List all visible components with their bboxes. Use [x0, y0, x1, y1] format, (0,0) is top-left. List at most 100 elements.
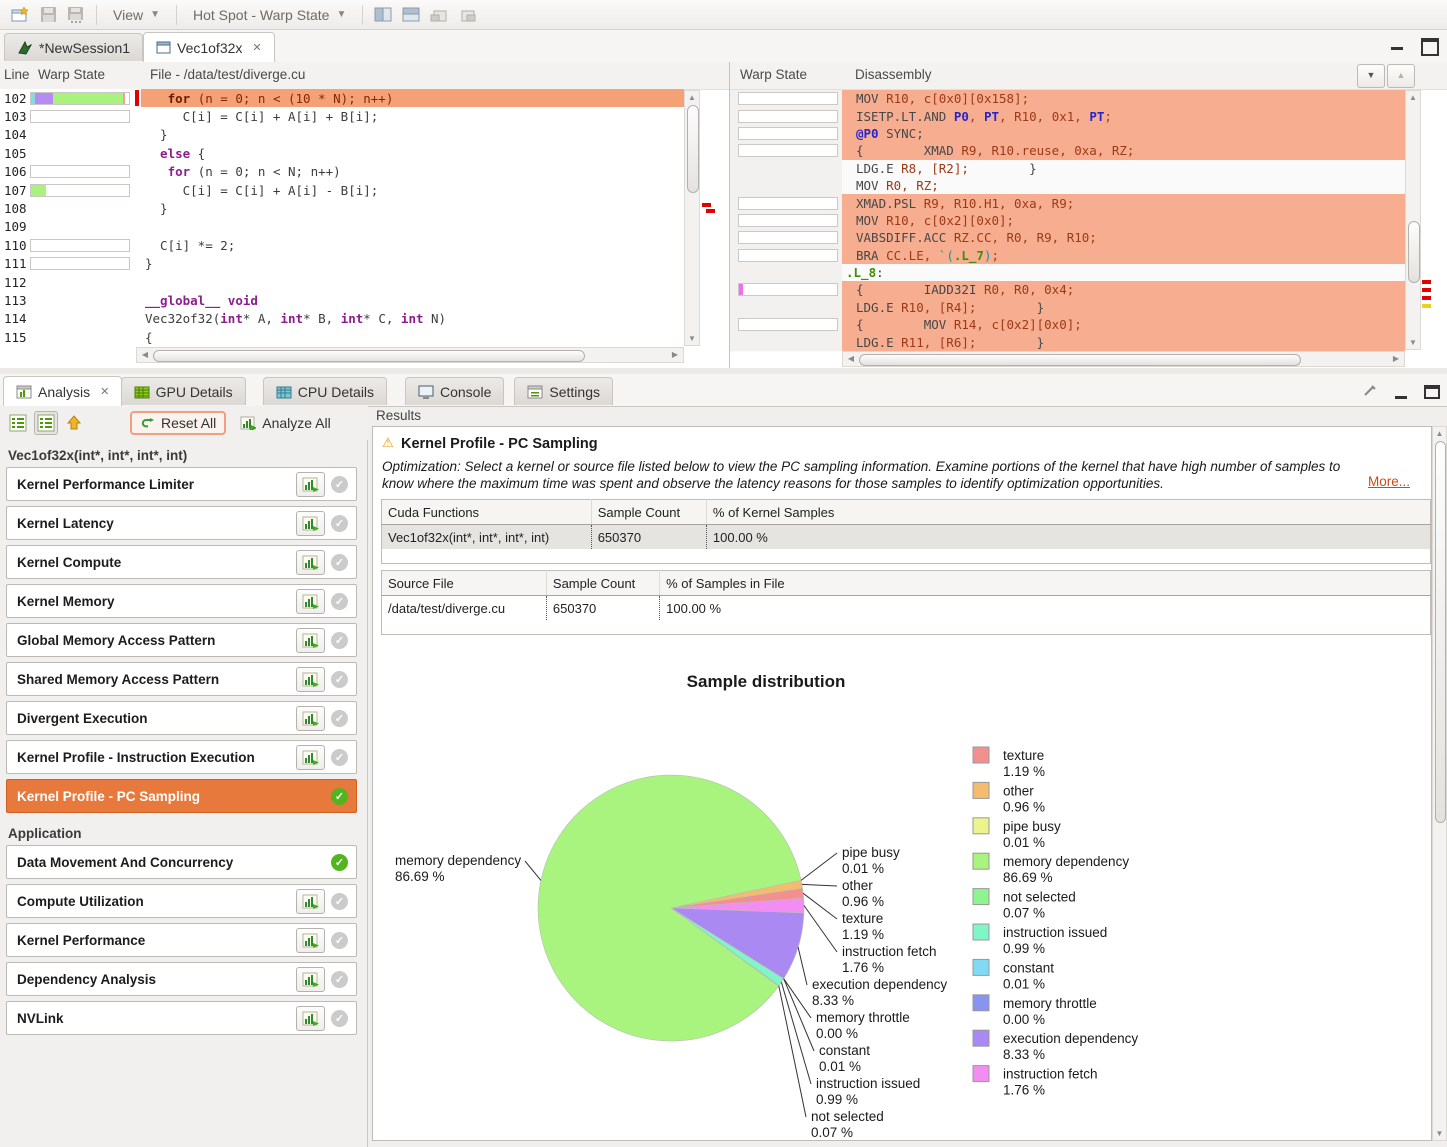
source-line-row[interactable]: 103 C[i] = C[i] + A[i] + B[i];: [0, 107, 684, 125]
disassembly-row[interactable]: MOV R10, c[0x2][0x0];: [730, 212, 1405, 229]
close-icon[interactable]: ✕: [252, 41, 261, 54]
split-vertical-icon[interactable]: [371, 3, 395, 27]
column-header[interactable]: Source File: [382, 571, 547, 596]
disassembly-row[interactable]: BRA CC.LE, `(.L_7);: [730, 247, 1405, 264]
analysis-item-divergent-execution[interactable]: Divergent Execution✓: [6, 701, 357, 735]
source-line-row[interactable]: 114Vec32of32(int* A, int* B, int* C, int…: [0, 310, 684, 328]
analysis-item-kernel-profile-instruction-execution[interactable]: Kernel Profile - Instruction Execution✓: [6, 740, 357, 774]
source-line-row[interactable]: 105 else {: [0, 144, 684, 162]
scroll-down-icon[interactable]: ▼: [685, 334, 699, 343]
run-analysis-button[interactable]: [296, 928, 325, 953]
disassembly-row[interactable]: LDG.E R11, [R6]; }: [730, 333, 1405, 350]
source-line-row[interactable]: 106 for (n = 0; n < N; n++): [0, 163, 684, 181]
analysis-item-nvlink[interactable]: NVLink✓: [6, 1001, 357, 1035]
run-analysis-button[interactable]: [296, 967, 325, 992]
run-analysis-button[interactable]: [296, 628, 325, 653]
tab-vec1of32x[interactable]: Vec1of32x ✕: [143, 32, 275, 62]
hotspot-ruler-mark[interactable]: [1422, 288, 1431, 292]
bottom-tab-analysis[interactable]: Analysis✕: [3, 376, 122, 406]
source-line-row[interactable]: 112: [0, 273, 684, 291]
analyze-all-button[interactable]: Analyze All: [232, 413, 338, 433]
source-line-row[interactable]: 104 }: [0, 126, 684, 144]
scroll-down-icon[interactable]: ▼: [1433, 1129, 1446, 1138]
run-analysis-button[interactable]: [296, 745, 325, 770]
disassembly-row[interactable]: LDG.E R8, [R2]; }: [730, 160, 1405, 177]
maximize-button[interactable]: [1421, 38, 1439, 56]
column-header[interactable]: Cuda Functions: [382, 500, 592, 525]
analysis-item-global-memory-access-pattern[interactable]: Global Memory Access Pattern✓: [6, 623, 357, 657]
source-hscroll-thumb[interactable]: [153, 350, 585, 362]
source-line-row[interactable]: 102 for (n = 0; n < (10 * N); n++): [0, 89, 684, 107]
source-line-row[interactable]: 109: [0, 218, 684, 236]
maximize-button[interactable]: [1424, 385, 1440, 399]
analysis-item-kernel-latency[interactable]: Kernel Latency✓: [6, 506, 357, 540]
scroll-up-icon[interactable]: ▲: [1433, 429, 1446, 438]
disasm-vscrollbar[interactable]: ▲ ▼: [1405, 90, 1421, 350]
disassembly-row[interactable]: { MOV R14, c[0x2][0x0];: [730, 316, 1405, 333]
minimize-button[interactable]: [1395, 387, 1407, 399]
disassembly-row[interactable]: @P0 SYNC;: [730, 125, 1405, 142]
analysis-item-compute-utilization[interactable]: Compute Utilization✓: [6, 884, 357, 918]
hotspot-ruler-mark[interactable]: [1422, 280, 1431, 284]
analysis-item-kernel-memory[interactable]: Kernel Memory✓: [6, 584, 357, 618]
run-analysis-button[interactable]: [296, 511, 325, 536]
bottom-tab-gpu-details[interactable]: GPU Details: [121, 377, 246, 405]
analysis-item-kernel-performance-limiter[interactable]: Kernel Performance Limiter✓: [6, 467, 357, 501]
analysis-item-kernel-profile-pc-sampling[interactable]: Kernel Profile - PC Sampling✓: [6, 779, 357, 813]
results-vscrollbar[interactable]: ▲ ▼: [1432, 426, 1447, 1141]
split-horizontal-icon[interactable]: [399, 3, 423, 27]
bottom-tab-settings[interactable]: Settings: [514, 377, 613, 405]
prev-hotspot-button[interactable]: ▲: [1387, 64, 1415, 88]
view-menu[interactable]: View▼: [103, 7, 170, 23]
reset-all-button[interactable]: Reset All: [130, 411, 226, 435]
restore-pane2-icon[interactable]: [455, 3, 479, 27]
close-icon[interactable]: ✕: [100, 385, 109, 398]
disassembly-row[interactable]: MOV R0, RZ;: [730, 177, 1405, 194]
save-as-icon[interactable]: [64, 3, 88, 27]
grouped-view-icon[interactable]: [34, 411, 58, 435]
view-menu-icon[interactable]: [1363, 384, 1377, 396]
scroll-left-icon[interactable]: ◀: [139, 348, 151, 362]
scroll-right-icon[interactable]: ▶: [669, 348, 681, 362]
hotspot-ruler-mark[interactable]: [702, 203, 711, 207]
scroll-down-icon[interactable]: ▼: [1406, 338, 1420, 347]
analysis-item-kernel-compute[interactable]: Kernel Compute✓: [6, 545, 357, 579]
run-analysis-button[interactable]: [296, 889, 325, 914]
source-line-row[interactable]: 115{: [0, 328, 684, 346]
source-line-row[interactable]: 107 C[i] = C[i] + A[i] - B[i];: [0, 181, 684, 199]
disassembly-row[interactable]: VABSDIFF.ACC RZ.CC, R0, R9, R10;: [730, 229, 1405, 246]
new-session-icon[interactable]: [8, 3, 32, 27]
bottom-tab-cpu-details[interactable]: CPU Details: [263, 377, 387, 405]
hotspot-ruler-mark[interactable]: [1422, 296, 1431, 300]
run-analysis-button[interactable]: [296, 667, 325, 692]
restore-pane-icon[interactable]: [427, 3, 451, 27]
source-line-row[interactable]: 108 }: [0, 199, 684, 217]
scroll-up-icon[interactable]: ▲: [1406, 93, 1420, 102]
source-vscroll-thumb[interactable]: [687, 105, 699, 193]
minimize-button[interactable]: [1391, 38, 1403, 50]
disasm-hscrollbar[interactable]: ◀ ▶: [842, 351, 1405, 367]
column-header[interactable]: Sample Count: [591, 500, 706, 525]
column-header[interactable]: % of Kernel Samples: [706, 500, 1430, 525]
disassembly-row[interactable]: ISETP.LT.AND P0, PT, R10, 0x1, PT;: [730, 107, 1405, 124]
collapse-up-icon[interactable]: [62, 411, 86, 435]
scroll-up-icon[interactable]: ▲: [685, 93, 699, 102]
scroll-left-icon[interactable]: ◀: [845, 352, 857, 366]
scroll-right-icon[interactable]: ▶: [1390, 352, 1402, 366]
source-line-row[interactable]: 110 C[i] *= 2;: [0, 236, 684, 254]
run-analysis-button[interactable]: [296, 472, 325, 497]
disassembly-row[interactable]: XMAD.PSL R9, R10.H1, 0xa, R9;: [730, 194, 1405, 211]
source-vscrollbar[interactable]: ▲ ▼: [684, 90, 700, 346]
save-icon[interactable]: [36, 3, 60, 27]
disassembly-row[interactable]: MOV R10, c[0x0][0x158];: [730, 90, 1405, 107]
hotspot-selector[interactable]: Hot Spot - Warp State▼: [183, 7, 356, 23]
next-hotspot-button[interactable]: ▼: [1357, 64, 1385, 88]
analysis-item-dependency-analysis[interactable]: Dependency Analysis✓: [6, 962, 357, 996]
source-line-row[interactable]: 111}: [0, 255, 684, 273]
more-link[interactable]: More...: [1368, 474, 1410, 489]
source-hscrollbar[interactable]: ◀ ▶: [136, 347, 684, 363]
disassembly-row[interactable]: LDG.E R10, [R4]; }: [730, 299, 1405, 316]
disassembly-row[interactable]: { IADD32I R0, R0, 0x4;: [730, 281, 1405, 298]
table-row[interactable]: /data/test/diverge.cu650370100.00 %: [382, 596, 1431, 621]
column-header[interactable]: Sample Count: [546, 571, 659, 596]
